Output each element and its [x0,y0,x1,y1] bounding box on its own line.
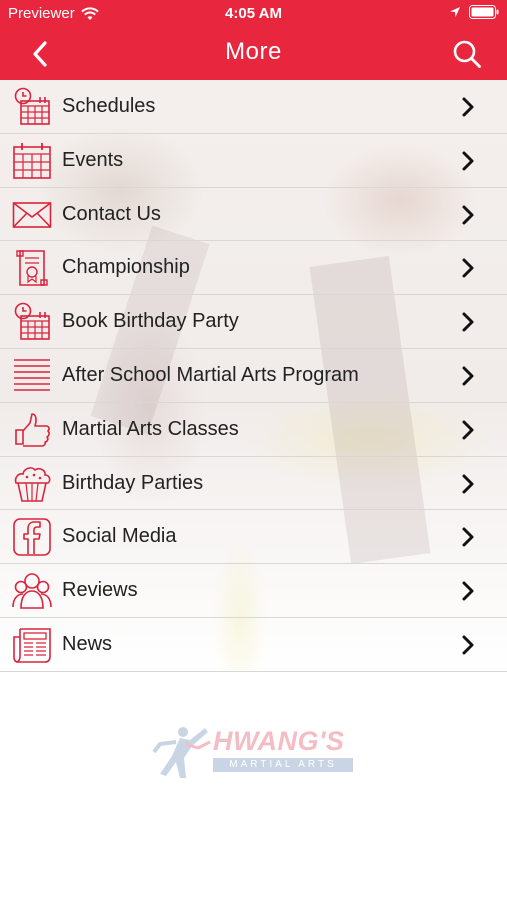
chevron-right-icon [462,366,474,386]
menu-item-championship[interactable]: Championship [0,241,507,296]
menu-item-label: Reviews [62,579,138,602]
chevron-right-icon [462,527,474,547]
menu-item-social-media[interactable]: Social Media [0,510,507,565]
menu-item-label: Events [62,148,124,171]
menu-item-label: News [62,632,113,655]
calendar-clock-icon [14,302,50,340]
menu-item-label: Book Birthday Party [62,310,239,333]
menu-item-book-birthday-party[interactable]: Book Birthday Party [0,295,507,349]
chevron-right-icon [462,312,474,332]
menu-item-label: After School Martial Arts Program [62,363,359,386]
people-icon [12,573,52,609]
chevron-right-icon [462,420,474,440]
menu-item-label: Birthday Parties [62,471,204,494]
search-button[interactable] [449,36,485,72]
logo-tagline: MARTIAL ARTS [213,758,353,772]
chevron-right-icon [462,97,474,117]
chevron-right-icon [462,474,474,494]
menu-item-martial-arts-classes[interactable]: Martial Arts Classes [0,403,507,457]
menu-item-label: Martial Arts Classes [62,417,239,440]
more-menu: Schedules Events Contact Us Championship… [0,80,507,672]
app-header: Previewer 4:05 AM More [0,0,507,80]
menu-item-contact-us[interactable]: Contact Us [0,188,507,242]
page-title: More [225,38,282,65]
status-bar: Previewer 4:05 AM [0,0,507,28]
list-lines-icon [14,359,50,391]
envelope-icon [12,201,52,228]
chevron-right-icon [462,205,474,225]
status-time: 4:05 AM [225,5,282,22]
chevron-right-icon [462,635,474,655]
nav-bar: More [0,28,507,80]
battery-icon [469,5,499,19]
thumbs-up-icon [15,412,50,447]
martial-artist-kick-icon [152,727,211,778]
chevron-right-icon [462,151,474,171]
menu-item-label: Contact Us [62,202,161,225]
cupcake-icon [14,466,51,502]
newspaper-icon [13,628,51,663]
logo-name: HWANG'S [213,726,345,756]
brand-logo: HWANG'S MARTIAL ARTS [150,720,360,784]
calendar-icon [13,142,51,179]
menu-item-label: Championship [62,256,190,279]
menu-item-news[interactable]: News [0,618,507,672]
location-arrow-icon [450,7,460,17]
facebook-icon [13,518,51,557]
menu-item-schedules[interactable]: Schedules [0,80,507,134]
chevron-right-icon [462,581,474,601]
menu-item-label: Schedules [62,95,156,117]
chevron-right-icon [462,258,474,278]
menu-item-after-school-program[interactable]: After School Martial Arts Program [0,349,507,403]
menu-item-birthday-parties[interactable]: Birthday Parties [0,457,507,511]
menu-item-label: Social Media [62,525,177,548]
menu-item-reviews[interactable]: Reviews [0,564,507,618]
search-icon [453,40,481,68]
calendar-clock-icon [14,87,50,125]
status-right [449,5,499,19]
menu-item-events[interactable]: Events [0,134,507,188]
certificate-icon [16,250,48,287]
